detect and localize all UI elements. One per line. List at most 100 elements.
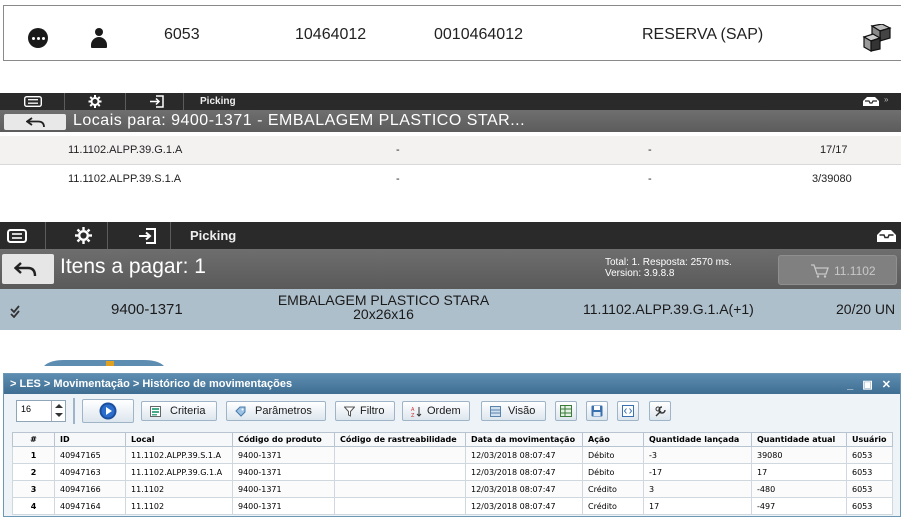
response-info: Total: 1. Resposta: 2570 ms. Version: 3.…	[605, 257, 732, 279]
spinner-arrows-icon[interactable]	[51, 401, 65, 421]
column-header[interactable]: Quantidade lançada	[643, 432, 752, 447]
cell-user: 6053	[846, 480, 893, 498]
cell-qty-posted: -17	[643, 463, 752, 481]
location-row[interactable]: 11.1102.ALPP.39.G.1.A - - 17/17	[0, 136, 901, 164]
locations-panel: Picking » Locais para: 9400-1371 - EMBAL…	[0, 93, 901, 192]
parameters-label: Parâmetros	[255, 405, 312, 417]
parameters-button[interactable]: Parâmetros	[226, 401, 326, 421]
cell-location: 11.1102	[125, 480, 233, 498]
page-title: Locais para: 9400-1371 - EMBALAGEM PLAST…	[73, 112, 526, 129]
login-icon[interactable]	[149, 95, 165, 108]
order-button[interactable]: AZ Ordem	[402, 401, 470, 421]
cell-action: Crédito	[582, 480, 644, 498]
table-header-row: # ID Local Código do produto Código de r…	[12, 432, 893, 447]
inbox-icon[interactable]	[862, 96, 880, 107]
column-header[interactable]: Quantidade atual	[751, 432, 847, 447]
cell-id: 40947164	[54, 497, 126, 515]
packages-icon[interactable]	[862, 23, 892, 53]
item-description: EMBALAGEM PLASTICO STARA 20x26x16	[266, 293, 501, 321]
criteria-button[interactable]: Criteria	[141, 401, 217, 421]
more-options-icon[interactable]	[28, 28, 48, 48]
gear-icon[interactable]	[75, 227, 92, 244]
cell-traceability	[334, 446, 466, 464]
menu-icon[interactable]	[7, 229, 27, 243]
cell-location: 11.1102.ALPP.39.S.1.A	[125, 446, 233, 464]
cell-product-code: 9400-1371	[232, 463, 335, 481]
play-icon	[99, 402, 117, 420]
column-header[interactable]: Local	[125, 432, 233, 447]
pick-item-row[interactable]: 9400-1371 EMBALAGEM PLASTICO STARA 20x26…	[0, 289, 901, 330]
cell-qty-posted: -3	[643, 446, 752, 464]
cell-qty-current: 39080	[751, 446, 847, 464]
column-header[interactable]: Código do produto	[232, 432, 335, 447]
page-size-spinner[interactable]: 16	[16, 400, 66, 422]
save-button[interactable]	[586, 401, 608, 421]
run-button[interactable]	[82, 399, 134, 423]
location-qty: 17/17	[820, 144, 848, 156]
cell-id: 40947166	[54, 480, 126, 498]
cell-qty-current: -497	[751, 497, 847, 515]
export-excel-button[interactable]	[555, 401, 577, 421]
table-row[interactable]: 2 40947163 11.1102.ALPP.39.G.1.A 9400-13…	[12, 463, 893, 481]
back-button[interactable]	[4, 114, 66, 130]
cell-traceability	[334, 480, 466, 498]
filter-label: Filtro	[360, 405, 385, 417]
cell-id: 40947163	[54, 463, 126, 481]
window-titlebar: > LES > Movimentação > Histórico de movi…	[4, 374, 900, 394]
criteria-label: Criteria	[170, 405, 206, 417]
location-code: 11.1102.ALPP.39.G.1.A	[68, 144, 183, 156]
tag-icon	[235, 406, 246, 417]
column-header[interactable]: Usuário	[846, 432, 893, 447]
cart-button[interactable]: 11.1102	[778, 255, 897, 285]
filter-button[interactable]: Filtro	[335, 401, 395, 421]
view-button[interactable]: Visão	[481, 401, 546, 421]
document-number: 10464012	[295, 26, 367, 43]
code-button[interactable]	[617, 401, 639, 421]
item-description-line2: 20x26x16	[353, 306, 414, 322]
movement-history-window: > LES > Movimentação > Histórico de movi…	[0, 360, 901, 517]
table-row[interactable]: 1 40947165 11.1102.ALPP.39.S.1.A 9400-13…	[12, 446, 893, 464]
response-total: Total: 1. Resposta: 2570 ms.	[605, 257, 732, 268]
cell-user: 6053	[846, 446, 893, 464]
cell-date: 12/03/2018 08:07:47	[465, 497, 583, 515]
location-col2: -	[396, 144, 400, 156]
cell-product-code: 9400-1371	[232, 497, 335, 515]
cell-traceability	[334, 463, 466, 481]
item-qty: 20/20 UN	[836, 301, 896, 317]
window-controls[interactable]: _ ▣ ✕	[847, 378, 894, 391]
column-header[interactable]: #	[12, 432, 55, 447]
cell-index: 2	[12, 463, 55, 481]
double-check-icon[interactable]	[10, 304, 26, 318]
inbox-icon[interactable]	[876, 229, 897, 243]
gear-icon[interactable]	[88, 95, 102, 108]
reservation-row[interactable]: 6053 10464012 0010464012 RESERVA (SAP)	[3, 5, 901, 61]
page-size-value: 16	[21, 404, 32, 414]
tools-button[interactable]	[649, 401, 671, 421]
location-col3: -	[648, 144, 652, 156]
cell-qty-current: 17	[751, 463, 847, 481]
column-header[interactable]: Código de rastreabilidade	[334, 432, 466, 447]
menu-icon[interactable]	[24, 96, 42, 107]
login-icon[interactable]	[138, 228, 157, 244]
column-header[interactable]: ID	[54, 432, 126, 447]
location-row[interactable]: 11.1102.ALPP.39.S.1.A - - 3/39080	[0, 165, 901, 192]
table-row[interactable]: 3 40947166 11.1102 9400-1371 12/03/2018 …	[12, 480, 893, 498]
filter-icon	[344, 406, 355, 417]
cell-action: Débito	[582, 446, 644, 464]
background-tab-fragment	[44, 360, 164, 366]
collapse-icon[interactable]: »	[884, 95, 888, 104]
table-row[interactable]: 4 40947164 11.1102 9400-1371 12/03/2018 …	[12, 497, 893, 515]
sort-az-icon: AZ	[411, 407, 422, 417]
cart-icon	[811, 264, 829, 278]
wrench-icon	[655, 406, 666, 417]
cell-index: 1	[12, 446, 55, 464]
code-icon	[622, 405, 634, 417]
column-header[interactable]: Data da movimentação	[465, 432, 583, 447]
reservation-type: RESERVA (SAP)	[642, 26, 764, 43]
cell-index: 4	[12, 497, 55, 515]
back-button[interactable]	[2, 254, 54, 284]
order-label: Ordem	[427, 405, 461, 417]
item-location: 11.1102.ALPP.39.G.1.A(+1)	[583, 301, 754, 317]
column-header[interactable]: Ação	[582, 432, 644, 447]
top-nav-bar: Picking	[0, 222, 901, 249]
